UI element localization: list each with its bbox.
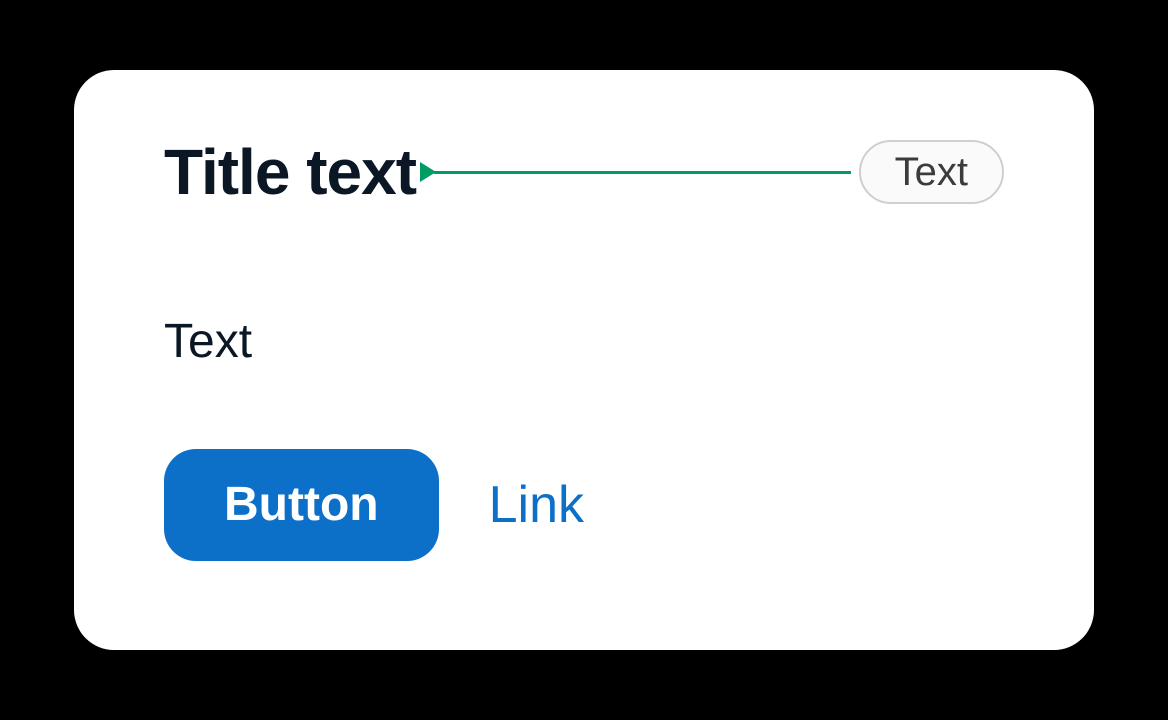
link[interactable]: Link	[489, 479, 584, 531]
actions-row: Button Link	[164, 449, 1004, 561]
primary-button[interactable]: Button	[164, 449, 439, 561]
connector-line	[434, 171, 851, 174]
title-row: Title text Text	[164, 140, 1004, 204]
annotation-badge: Text	[859, 140, 1004, 204]
card: Title text Text Text Button Link	[74, 70, 1094, 650]
card-title: Title text	[164, 140, 416, 204]
body-text: Text	[164, 314, 1004, 369]
connector	[420, 171, 851, 173]
